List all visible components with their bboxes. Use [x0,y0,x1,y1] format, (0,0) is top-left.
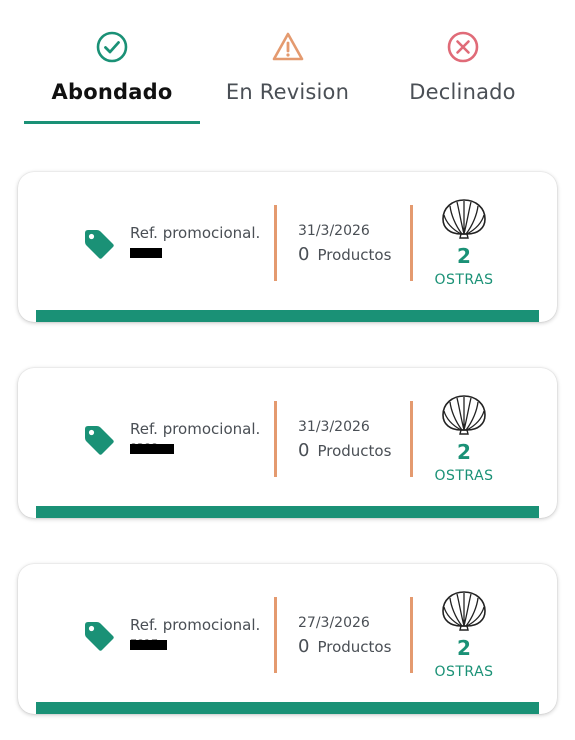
card-status-bar [36,506,539,518]
date: 27/3/2026 [298,615,370,631]
x-circle-icon [447,31,478,63]
tag-icon [85,230,114,259]
active-tab-indicator [24,121,200,124]
promo-card[interactable]: Ref. promocional. 0200 31/3/2026 0 Produ… [18,368,557,518]
date: 31/3/2026 [298,419,370,435]
oyster-count: 2 [457,244,471,268]
card-status-bar [36,310,539,322]
status-tabs: Abondado En Revision Declinado [0,0,575,130]
oyster-shell-icon [442,395,486,435]
oyster-unit: OSTRAS [434,468,494,484]
products-count: 0 [298,440,310,461]
tag-icon [85,622,114,651]
tag-icon [85,426,114,455]
redaction-bar [130,248,162,258]
warning-triangle-icon [272,32,303,61]
ref-label: Ref. promocional. [130,224,261,242]
check-circle-icon [96,31,128,63]
oyster-shell-icon [442,199,486,239]
products-info: 0 Productos [298,440,391,461]
promo-card[interactable]: Ref. promocional. 7017 27/3/2026 0 Produ… [18,564,557,714]
divider [274,597,277,673]
oyster-count: 2 [457,440,471,464]
divider [410,205,413,281]
divider [274,401,277,477]
divider [410,597,413,673]
products-info: 0 Productos [298,636,391,657]
redaction-bar [130,444,174,454]
ref-label: Ref. promocional. [130,420,261,438]
products-label: Productos [317,442,392,460]
redaction-bar [130,640,167,650]
date: 31/3/2026 [298,223,370,239]
products-label: Productos [317,638,392,656]
oyster-count: 2 [457,636,471,660]
oyster-unit: OSTRAS [434,272,494,288]
tab-label: Abondado [51,80,173,104]
card-status-bar [36,702,539,714]
oyster-unit: OSTRAS [434,664,494,680]
products-count: 0 [298,244,310,265]
tab-en-revision[interactable]: En Revision [210,0,365,125]
ref-label: Ref. promocional. [130,616,261,634]
oyster-shell-icon [442,591,486,631]
products-count: 0 [298,636,310,657]
products-info: 0 Productos [298,244,391,265]
tab-abondado[interactable]: Abondado [24,0,200,125]
promo-card[interactable]: Ref. promocional. 31/3/2026 0 Productos … [18,172,557,322]
tab-label: En Revision [225,80,350,104]
tab-declinado[interactable]: Declinado [385,0,540,125]
tab-label: Declinado [409,80,516,104]
divider [274,205,277,281]
divider [410,401,413,477]
products-label: Productos [317,246,392,264]
